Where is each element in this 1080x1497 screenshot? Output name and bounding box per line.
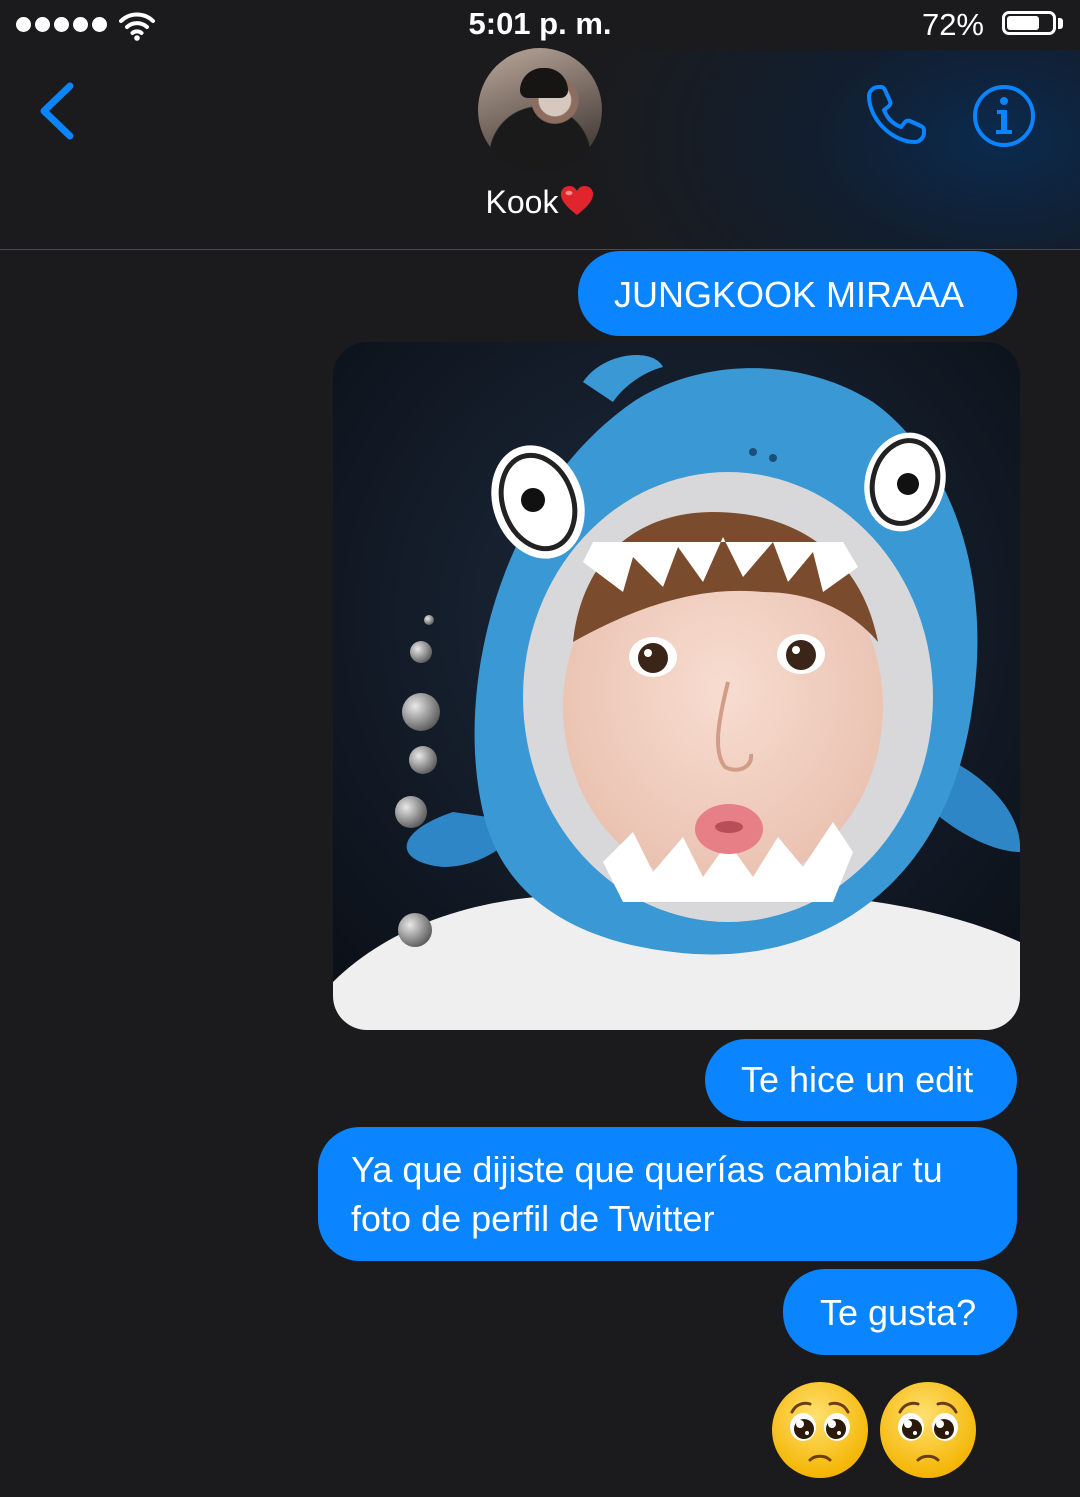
battery-icon — [1002, 11, 1056, 35]
chevron-left-icon[interactable] — [34, 80, 80, 142]
avatar[interactable] — [478, 48, 602, 172]
pleading-face-emoji[interactable] — [878, 1380, 978, 1480]
shark-hat-photo — [333, 342, 1020, 1030]
message-bubble-sent[interactable]: JUNGKOOK MIRAAA — [578, 251, 1017, 336]
pleading-face-emoji[interactable] — [770, 1380, 870, 1480]
phone-icon[interactable] — [864, 83, 928, 147]
status-time: 5:01 p. m. — [468, 6, 612, 41]
contact-name: Kook — [485, 184, 559, 220]
battery-level-fill — [1007, 16, 1039, 30]
message-bubble-sent[interactable]: Te hice un edit — [705, 1039, 1017, 1121]
message-bubble-sent[interactable]: Te gusta? — [783, 1269, 1017, 1355]
battery-nub — [1058, 18, 1063, 29]
image-message[interactable] — [333, 342, 1020, 1030]
battery-percent: 72% — [921, 7, 984, 42]
conversation-header: Kook — [0, 48, 1080, 250]
message-bubble-sent[interactable]: Ya que dijiste que querías cambiar tu fo… — [318, 1127, 1017, 1261]
info-circle-icon[interactable] — [972, 84, 1036, 148]
status-bar: 5:01 p. m. 72% — [0, 0, 1080, 50]
red-heart-icon — [561, 186, 594, 215]
contact-name-row[interactable]: Kook — [0, 184, 1080, 221]
